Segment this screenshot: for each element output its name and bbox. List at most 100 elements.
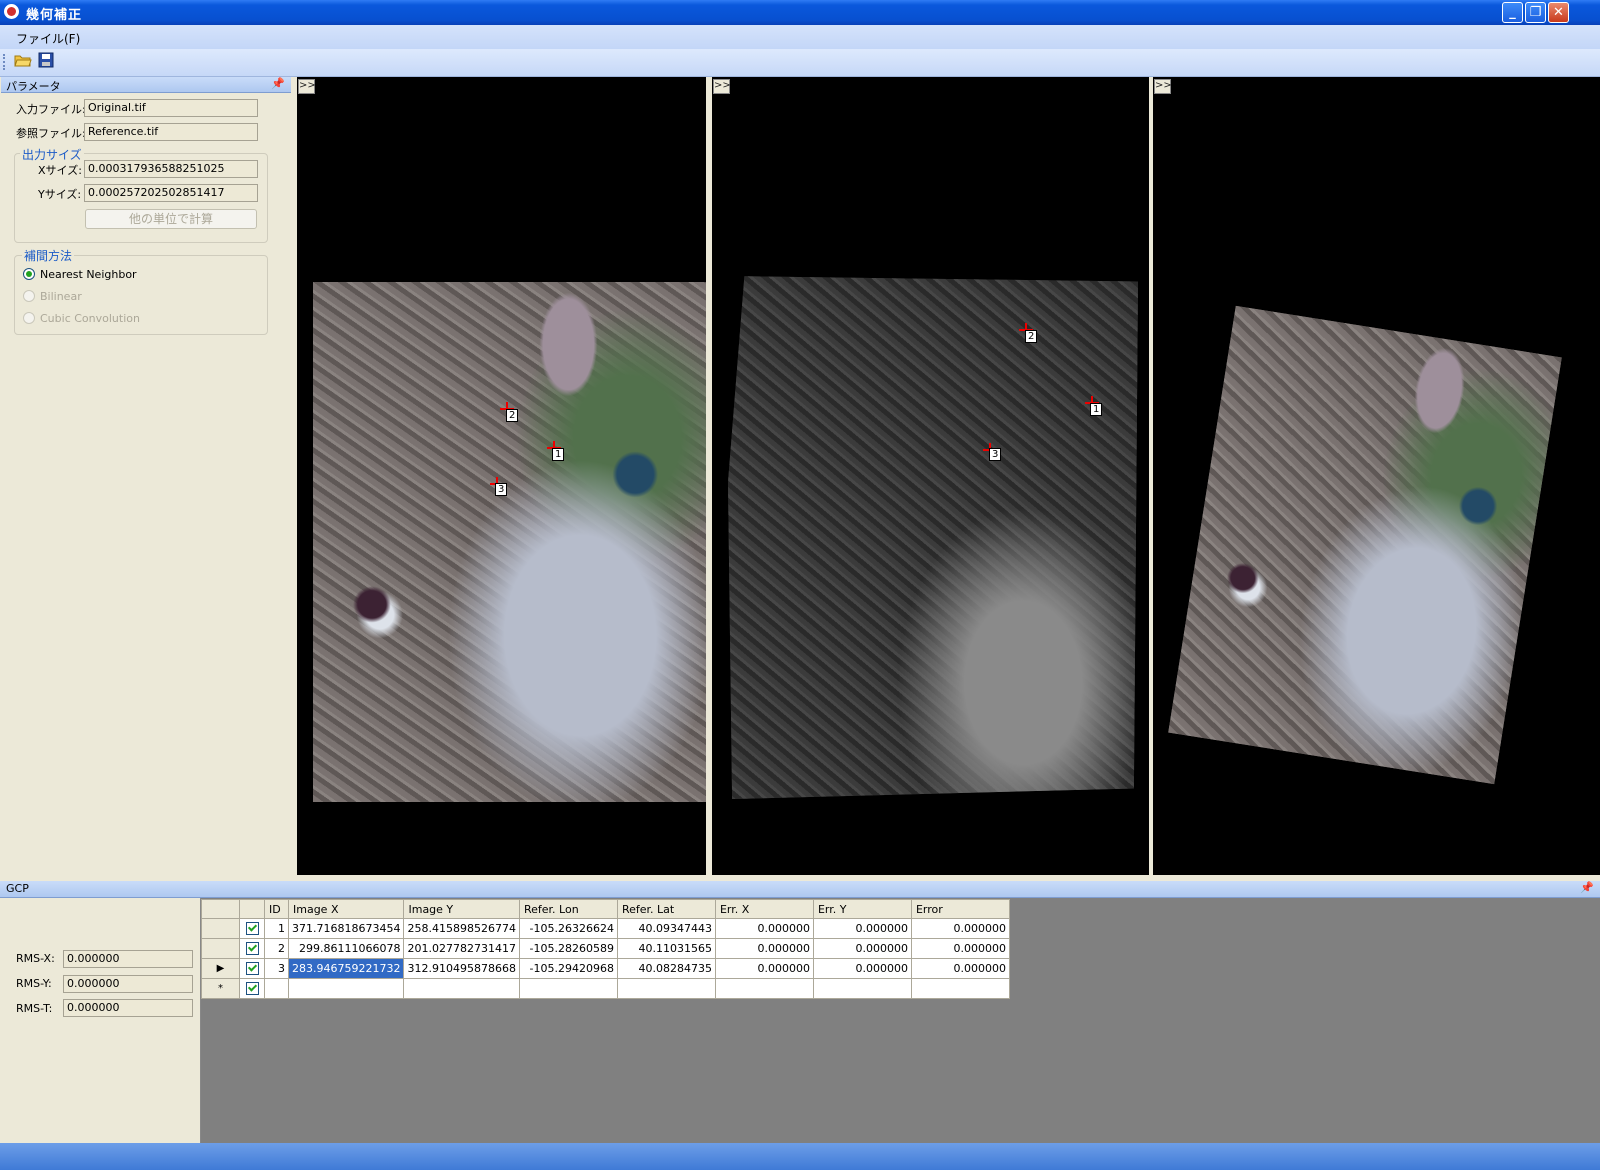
cell-id[interactable]: 2 — [264, 938, 289, 959]
minimize-button[interactable]: _ — [1502, 2, 1523, 23]
gcp-table: ID Image X Image Y Refer. Lon Refer. Lat… — [201, 899, 1010, 999]
param-panel-title: パラメータ — [6, 80, 61, 93]
radio-cubic-convolution-label: Cubic Convolution — [40, 312, 140, 325]
table-row[interactable]: ▶ 3 283.946759221732 312.910495878668 -1… — [201, 958, 1010, 979]
cell-image-x[interactable]: 299.86111066078 — [287, 938, 405, 959]
expand-button[interactable]: >> — [713, 79, 731, 94]
open-folder-icon[interactable] — [13, 52, 33, 72]
radio-bilinear-label: Bilinear — [40, 290, 82, 303]
cell-err-y[interactable]: 0.000000 — [812, 958, 912, 979]
row-header[interactable] — [201, 918, 240, 939]
cell-image-x[interactable] — [287, 978, 405, 999]
check-column-header[interactable] — [239, 899, 265, 919]
cell-error[interactable]: 0.000000 — [910, 918, 1010, 939]
cell-refer-lon[interactable]: -105.26326624 — [518, 918, 618, 939]
menu-file[interactable]: ファイル(F) — [16, 30, 80, 47]
checkbox-checked[interactable] — [245, 942, 259, 956]
cell-image-y[interactable]: 201.027782731417 — [403, 938, 520, 959]
col-err-x[interactable]: Err. X — [714, 899, 814, 919]
radio-nearest-neighbor-label[interactable]: Nearest Neighbor — [40, 268, 137, 281]
pin-icon[interactable]: 📌 — [1580, 881, 1594, 894]
cell-image-x-selected[interactable]: 283.946759221732 — [287, 958, 405, 979]
cell-refer-lat[interactable] — [616, 978, 716, 999]
checkbox-checked[interactable] — [245, 922, 259, 936]
cell-err-x[interactable]: 0.000000 — [714, 958, 814, 979]
toolbar — [0, 49, 1600, 77]
col-err-y[interactable]: Err. Y — [812, 899, 912, 919]
ref-file-label: 参照ファイル: — [16, 127, 86, 140]
col-image-y[interactable]: Image Y — [403, 899, 520, 919]
radio-bilinear — [23, 290, 35, 302]
y-size-label: Yサイズ: — [38, 188, 82, 201]
corrected-image-viewer[interactable]: >> — [1153, 77, 1600, 875]
cell-image-y[interactable]: 258.415898526774 — [403, 918, 520, 939]
y-size-field[interactable]: 0.000257202502851417 — [84, 184, 258, 202]
col-refer-lon[interactable]: Refer. Lon — [518, 899, 618, 919]
rms-x-field[interactable]: 0.000000 — [63, 950, 193, 968]
cell-error[interactable]: 0.000000 — [910, 958, 1010, 979]
close-button[interactable]: ✕ — [1548, 2, 1569, 23]
row-checkbox[interactable] — [239, 978, 265, 999]
toolbar-grip[interactable] — [3, 54, 7, 70]
cell-image-x[interactable]: 371.716818673454 — [287, 918, 405, 939]
cell-err-x[interactable]: 0.000000 — [714, 918, 814, 939]
cell-refer-lat[interactable]: 40.08284735 — [616, 958, 716, 979]
cell-error[interactable] — [910, 978, 1010, 999]
row-checkbox[interactable] — [239, 918, 265, 939]
cell-err-y[interactable]: 0.000000 — [812, 918, 912, 939]
row-checkbox[interactable] — [239, 958, 265, 979]
save-icon[interactable] — [36, 52, 56, 72]
radio-cubic-convolution — [23, 312, 35, 324]
cell-err-x[interactable]: 0.000000 — [714, 938, 814, 959]
current-row-marker[interactable]: ▶ — [201, 958, 240, 979]
cell-id[interactable]: 1 — [264, 918, 289, 939]
calc-other-units-button[interactable]: 他の単位で計算 — [85, 209, 257, 229]
gcp-label-1: 1 — [552, 448, 565, 461]
original-satellite-image — [313, 282, 706, 802]
col-refer-lat[interactable]: Refer. Lat — [616, 899, 716, 919]
col-error[interactable]: Error — [910, 899, 1010, 919]
cell-refer-lon[interactable]: -105.28260589 — [518, 938, 618, 959]
ref-file-field[interactable]: Reference.tif — [84, 123, 258, 141]
checkbox-checked[interactable] — [245, 962, 259, 976]
cell-image-y[interactable] — [403, 978, 520, 999]
col-id[interactable]: ID — [264, 899, 289, 919]
radio-nearest-neighbor[interactable] — [23, 268, 35, 280]
rms-t-field[interactable]: 0.000000 — [63, 999, 193, 1017]
col-image-x[interactable]: Image X — [287, 899, 405, 919]
cell-refer-lon[interactable] — [518, 978, 618, 999]
interp-title: 補間方法 — [22, 247, 75, 264]
original-image-viewer[interactable]: >> 1 2 3 — [297, 77, 706, 875]
cell-id[interactable] — [264, 978, 289, 999]
table-row[interactable]: 1 371.716818673454 258.415898526774 -105… — [201, 918, 1010, 939]
x-size-field[interactable]: 0.000317936588251025 — [84, 160, 258, 178]
cell-refer-lat[interactable]: 40.11031565 — [616, 938, 716, 959]
cell-err-x[interactable] — [714, 978, 814, 999]
table-row[interactable]: 2 299.86111066078 201.027782731417 -105.… — [201, 938, 1010, 959]
cell-refer-lon[interactable]: -105.29420968 — [518, 958, 618, 979]
new-row-marker[interactable]: * — [201, 978, 240, 999]
rms-x-label: RMS-X: — [16, 952, 55, 965]
row-checkbox[interactable] — [239, 938, 265, 959]
cell-image-y[interactable]: 312.910495878668 — [403, 958, 520, 979]
reference-satellite-image — [728, 276, 1138, 799]
cell-err-y[interactable]: 0.000000 — [812, 938, 912, 959]
checkbox-checked[interactable] — [245, 982, 259, 996]
new-row[interactable]: * — [201, 978, 1010, 999]
cell-error[interactable]: 0.000000 — [910, 938, 1010, 959]
pin-icon[interactable]: 📌 — [271, 77, 285, 90]
rms-y-field[interactable]: 0.000000 — [63, 975, 193, 993]
menu-bar: ファイル(F) — [0, 25, 1600, 49]
cell-refer-lat[interactable]: 40.09347443 — [616, 918, 716, 939]
app-icon[interactable] — [4, 4, 19, 19]
row-header[interactable] — [201, 938, 240, 959]
input-file-field[interactable]: Original.tif — [84, 99, 258, 117]
restore-button[interactable]: ❐ — [1525, 2, 1546, 23]
cell-err-y[interactable] — [812, 978, 912, 999]
expand-button[interactable]: >> — [1154, 79, 1172, 94]
gcp-label-3: 3 — [989, 448, 1002, 461]
corrected-satellite-image — [1168, 305, 1562, 785]
expand-button[interactable]: >> — [298, 79, 316, 94]
reference-image-viewer[interactable]: >> 1 2 3 — [712, 77, 1149, 875]
cell-id[interactable]: 3 — [264, 958, 289, 979]
